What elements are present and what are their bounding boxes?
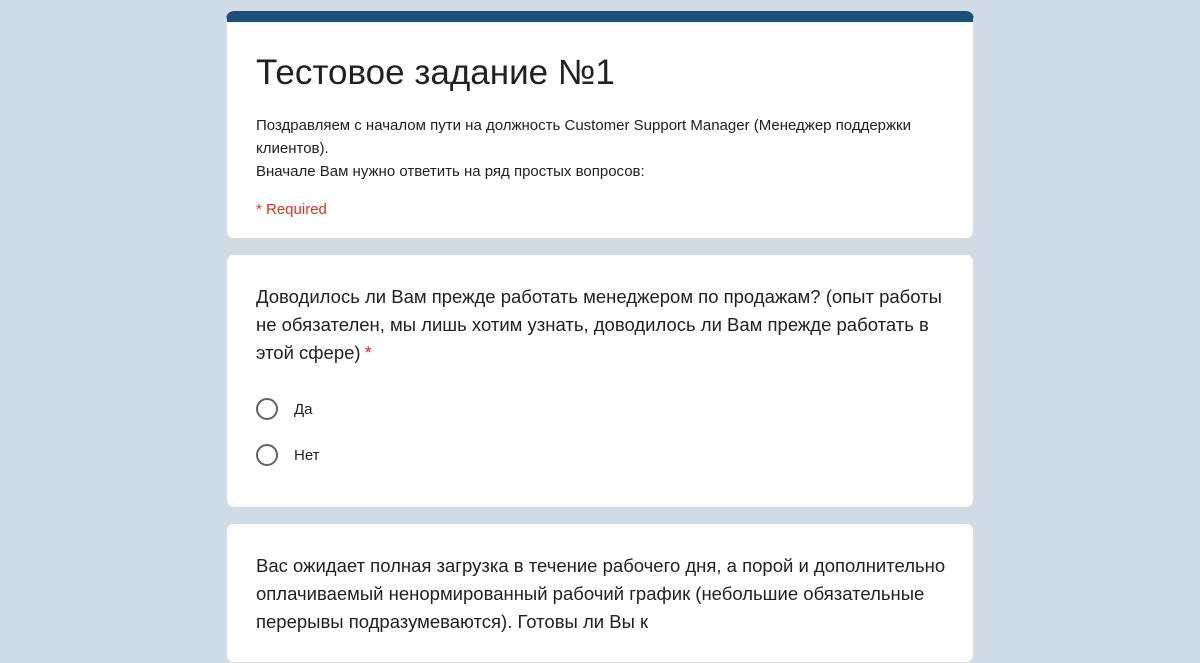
required-note: * Required — [256, 201, 327, 218]
question-text: Доводилось ли Вам прежде работать менедж… — [256, 286, 942, 363]
option-no[interactable]: Нет — [256, 443, 944, 467]
form-title: Тестовое задание №1 — [256, 53, 615, 92]
question-title: Вас ожидает полная загрузка в течение ра… — [256, 524, 946, 636]
option-label[interactable]: Да — [294, 401, 313, 418]
radio-unchecked-icon[interactable] — [256, 398, 278, 420]
question-title: Доводилось ли Вам прежде работать менедж… — [256, 255, 946, 367]
question-card: Вас ожидает полная загрузка в течение ра… — [226, 523, 974, 663]
option-label[interactable]: Нет — [294, 447, 320, 464]
form-description: Поздравляем с началом пути на должность … — [256, 117, 911, 180]
form-column: Тестовое задание №1 Поздравляем с начало… — [226, 11, 974, 663]
form-header-card: Тестовое задание №1 Поздравляем с начало… — [226, 11, 974, 239]
required-asterisk: * — [364, 342, 372, 363]
question-text: Вас ожидает полная загрузка в течение ра… — [256, 555, 946, 632]
radio-unchecked-icon[interactable] — [256, 444, 278, 466]
option-yes[interactable]: Да — [256, 397, 944, 421]
radio-group: Да Нет — [256, 397, 944, 467]
question-card: Доводилось ли Вам прежде работать менедж… — [226, 254, 974, 508]
